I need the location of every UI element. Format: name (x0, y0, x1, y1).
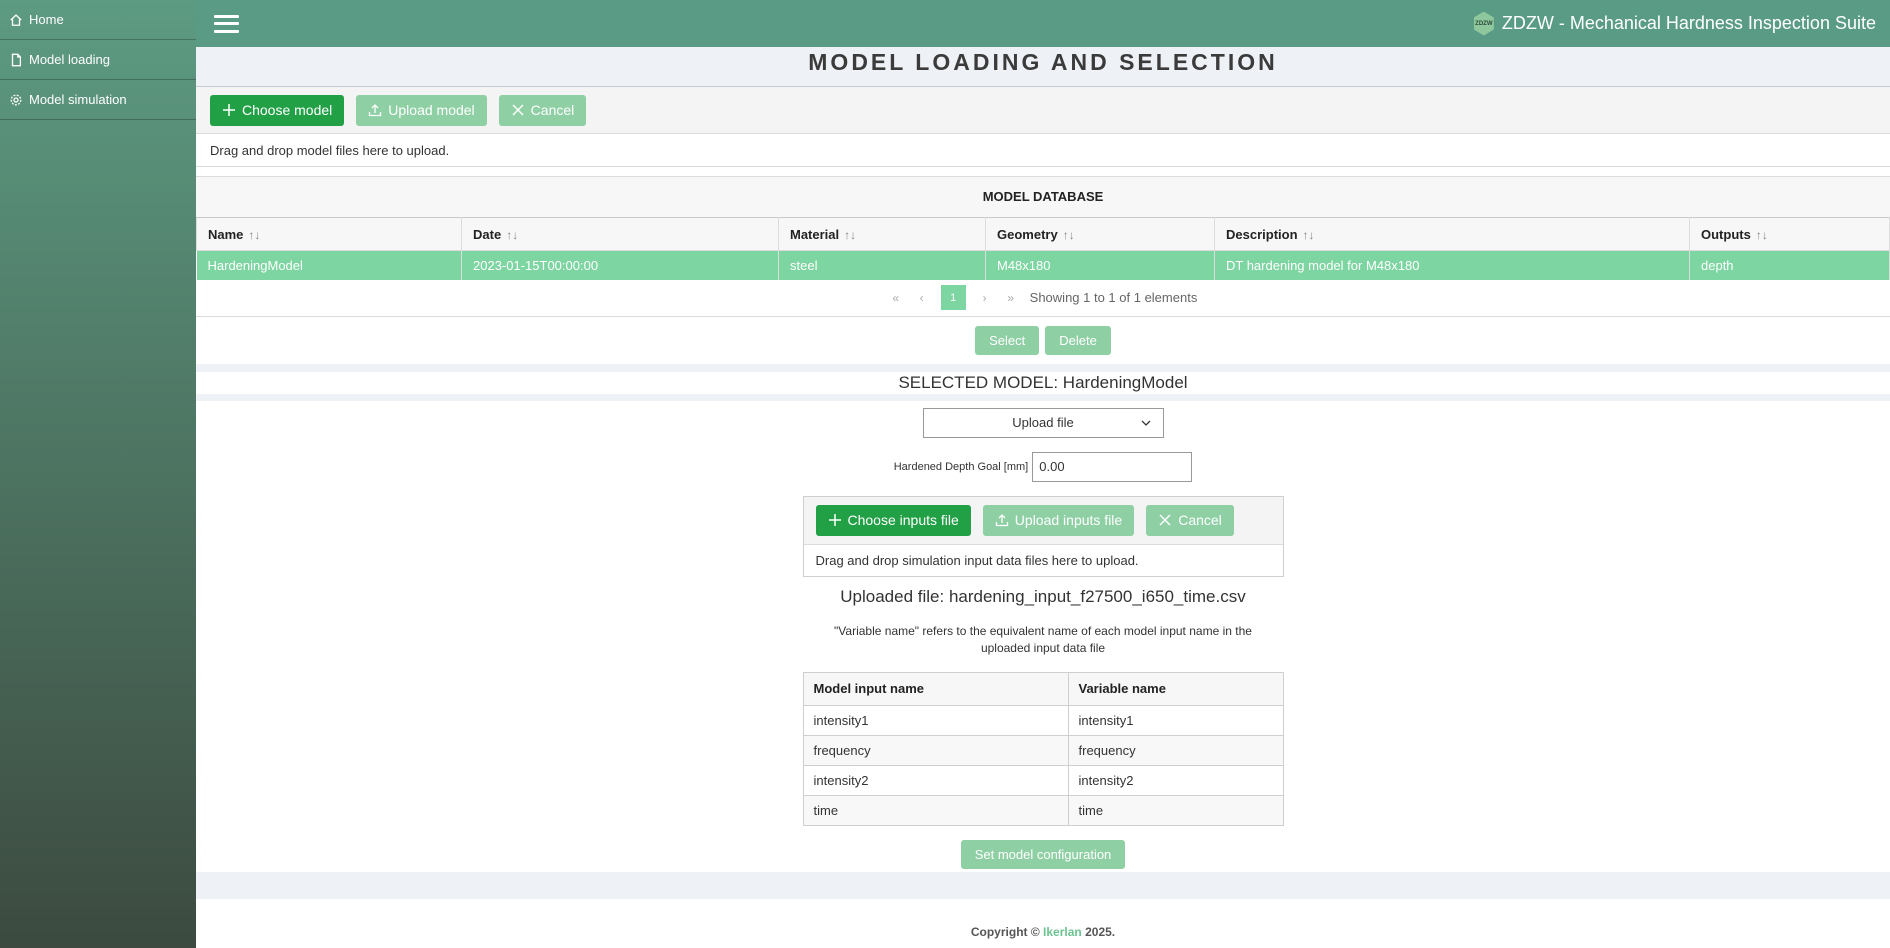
sidebar-item-model-loading[interactable]: Model loading (0, 40, 196, 80)
set-model-configuration-button[interactable]: Set model configuration (960, 839, 1126, 869)
main-content: MODEL LOADING AND SELECTION Choose model… (196, 47, 1890, 948)
next-page-button[interactable]: › (978, 291, 992, 305)
copyright-prefix: Copyright © (970, 925, 1040, 939)
hardened-depth-goal: Hardened Depth Goal [mm] (196, 451, 1890, 482)
sort-icon[interactable]: ↑↓ (1303, 228, 1315, 242)
plus-icon (828, 514, 841, 526)
divider (196, 393, 1890, 401)
plus-icon (223, 104, 235, 116)
variable-name-cell[interactable]: time (1067, 794, 1284, 826)
page-header: MODEL LOADING AND SELECTION (196, 47, 1890, 87)
prev-page-button[interactable]: ‹ (915, 291, 929, 305)
selected-model-title: SELECTED MODEL: HardeningModel (898, 372, 1188, 392)
model-database-title: MODEL DATABASE (196, 176, 1890, 217)
model-input-name-cell: time (802, 794, 1069, 826)
cancel-inputs-upload-button[interactable]: Cancel (1146, 504, 1234, 536)
sidebar-item-model-simulation[interactable]: Model simulation (0, 80, 196, 120)
brand: ZDZW ZDZW - Mechanical Hardness Inspecti… (1473, 11, 1876, 36)
sort-icon[interactable]: ↑↓ (506, 228, 518, 242)
last-page-button[interactable]: » (1004, 291, 1018, 305)
cell-description: DT hardening model for M48x180 (1214, 250, 1690, 280)
cell-geometry: M48x180 (985, 250, 1215, 280)
hamburger-menu-icon[interactable] (214, 14, 239, 33)
choose-inputs-file-button[interactable]: Choose inputs file (815, 504, 971, 536)
divider (196, 363, 1890, 372)
table-row: intensity1 intensity1 (802, 704, 1284, 736)
sidebar-item-home[interactable]: Home (0, 0, 196, 40)
sort-icon[interactable]: ↑↓ (248, 228, 260, 242)
model-upload-toolbar: Choose model Upload model Cancel (196, 87, 1890, 134)
select-model-button[interactable]: Select (975, 325, 1040, 355)
column-header-outputs[interactable]: Outputs ↑↓ (1689, 217, 1890, 251)
column-header-description[interactable]: Description ↑↓ (1214, 217, 1690, 251)
upload-icon (995, 514, 1008, 527)
close-icon (512, 104, 524, 116)
model-actions: Select Delete (196, 317, 1890, 364)
upload-model-button[interactable]: Upload model (356, 94, 487, 126)
input-source-dropdown[interactable]: Upload file (922, 407, 1164, 438)
sidebar-item-label: Home (29, 12, 64, 27)
first-page-button[interactable]: « (889, 291, 903, 305)
copyright-year: 2025. (1085, 925, 1116, 939)
column-header-name[interactable]: Name ↑↓ (196, 217, 462, 251)
upload-icon (369, 104, 382, 117)
cell-material: steel (778, 250, 986, 280)
sidebar-item-label: Model loading (29, 52, 110, 67)
cell-date: 2023-01-15T00:00:00 (461, 250, 779, 280)
upload-inputs-file-button[interactable]: Upload inputs file (982, 504, 1135, 536)
sidebar: Home Model loading Model simulation (0, 0, 196, 948)
config-actions: Set model configuration (196, 839, 1890, 869)
paginator: « ‹ 1 › » Showing 1 to 1 of 1 elements (196, 280, 1890, 317)
chevron-down-icon (1141, 420, 1150, 426)
cancel-model-upload-button[interactable]: Cancel (498, 94, 587, 126)
page-1-button[interactable]: 1 (940, 285, 966, 310)
column-header-model-input-name: Model input name (802, 671, 1069, 706)
inputs-upload-toolbar: Choose inputs file Upload inputs file Ca… (803, 496, 1283, 545)
footer: Copyright © Ikerlan 2025. (196, 925, 1890, 939)
app-title: ZDZW - Mechanical Hardness Inspection Su… (1501, 13, 1876, 33)
hardened-depth-goal-input[interactable] (1032, 451, 1193, 482)
model-input-name-cell: intensity1 (802, 704, 1069, 736)
close-icon (1159, 514, 1171, 526)
variable-name-cell[interactable]: intensity1 (1067, 704, 1284, 736)
column-header-geometry[interactable]: Geometry ↑↓ (985, 217, 1215, 251)
topbar: ZDZW ZDZW - Mechanical Hardness Inspecti… (196, 0, 1890, 47)
model-dropzone[interactable]: Drag and drop model files here to upload… (196, 134, 1890, 167)
sidebar-item-label: Model simulation (29, 92, 127, 107)
file-icon (11, 53, 22, 66)
model-input-name-cell: frequency (802, 734, 1069, 766)
page-title: MODEL LOADING AND SELECTION (808, 49, 1278, 75)
model-input-name-cell: intensity2 (802, 764, 1069, 796)
column-header-variable-name: Variable name (1067, 671, 1284, 706)
variable-name-cell[interactable]: intensity2 (1067, 764, 1284, 796)
inputs-dropzone[interactable]: Drag and drop simulation input data file… (804, 545, 1283, 576)
table-row: time time (802, 794, 1284, 826)
table-row: frequency frequency (802, 734, 1284, 766)
model-database: MODEL DATABASE Name ↑↓ Date ↑↓ Material ↑↓ … (196, 176, 1890, 317)
uploaded-file-label: Uploaded file: hardening_input_f27500_i6… (840, 586, 1246, 606)
gear-icon (10, 94, 22, 105)
hardened-depth-goal-label: Hardened Depth Goal [mm] (893, 460, 1029, 473)
inputs-file-uploader: Choose inputs file Upload inputs file Ca… (802, 495, 1284, 577)
variable-name-note: "Variable name" refers to the equivalent… (834, 623, 1252, 655)
footer-divider (196, 872, 1890, 899)
ikerlan-link[interactable]: Ikerlan (1043, 925, 1082, 939)
sort-icon[interactable]: ↑↓ (844, 228, 856, 242)
table-row[interactable]: HardeningModel 2023-01-15T00:00:00 steel… (196, 250, 1890, 280)
cell-name: HardeningModel (196, 250, 462, 280)
input-mapping-table: Model input name Variable name intensity… (802, 671, 1284, 826)
sort-icon[interactable]: ↑↓ (1063, 228, 1075, 242)
table-row: intensity2 intensity2 (802, 764, 1284, 796)
app-logo: ZDZW (1473, 11, 1494, 36)
sort-icon[interactable]: ↑↓ (1756, 228, 1768, 242)
column-header-material[interactable]: Material ↑↓ (778, 217, 986, 251)
home-icon (10, 13, 22, 26)
column-header-date[interactable]: Date ↑↓ (461, 217, 779, 251)
choose-model-button[interactable]: Choose model (210, 94, 345, 126)
pagination-summary: Showing 1 to 1 of 1 elements (1029, 290, 1198, 305)
model-database-table: Name ↑↓ Date ↑↓ Material ↑↓ Geometry ↑↓ Desc… (196, 217, 1890, 280)
cell-outputs: depth (1689, 250, 1890, 280)
variable-name-cell[interactable]: frequency (1067, 734, 1284, 766)
delete-model-button[interactable]: Delete (1045, 325, 1111, 355)
